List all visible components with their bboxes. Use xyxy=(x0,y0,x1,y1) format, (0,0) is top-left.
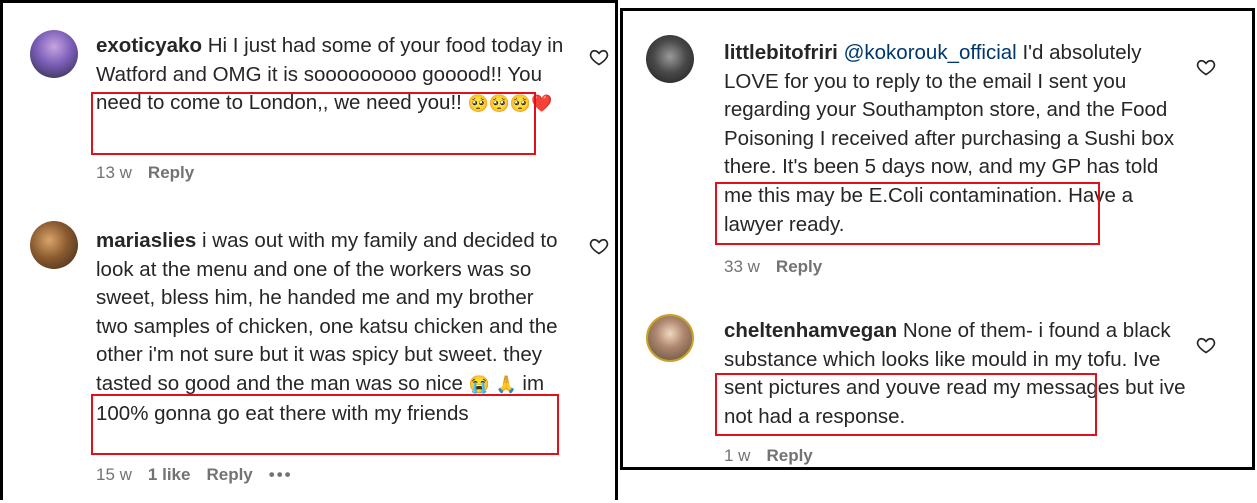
avatar[interactable] xyxy=(30,221,78,269)
likes-count[interactable]: 1 like xyxy=(148,465,191,485)
reply-button[interactable]: Reply xyxy=(766,446,812,466)
comment-text: exoticyako Hi I just had some of your fo… xyxy=(96,32,586,119)
username[interactable]: mariaslies xyxy=(96,229,196,252)
username[interactable]: cheltenhamvegan xyxy=(724,319,897,342)
heart-outline-icon[interactable] xyxy=(1196,57,1216,77)
heart-outline-icon[interactable] xyxy=(589,47,609,67)
pleading-face-emoji: 🥺 xyxy=(509,94,532,114)
heart-outline-icon[interactable] xyxy=(589,236,609,256)
comment-text: cheltenhamvegan None of them- i found a … xyxy=(724,317,1194,431)
timestamp: 33 w xyxy=(724,257,760,276)
folded-hands-emoji: 🙏 xyxy=(495,374,517,394)
username[interactable]: exoticyako xyxy=(96,34,202,57)
timestamp: 13 w xyxy=(96,163,132,182)
pleading-face-emoji: 🥺 xyxy=(488,94,510,114)
reply-button[interactable]: Reply xyxy=(148,163,194,183)
comment-exoticyako: exoticyako Hi I just had some of your fo… xyxy=(3,3,615,203)
reply-button[interactable]: Reply xyxy=(206,465,252,485)
reply-button[interactable]: Reply xyxy=(776,257,822,277)
comment-meta: 1 w Reply xyxy=(724,446,813,466)
avatar[interactable] xyxy=(30,30,78,78)
comment-text: littlebitofriri @kokorouk_official I'd a… xyxy=(724,39,1184,239)
comment-body: I'd absolutely LOVE for you to reply to … xyxy=(724,41,1175,236)
mention-link[interactable]: @kokorouk_official xyxy=(844,41,1017,64)
comment-cheltenhamvegan: cheltenhamvegan None of them- i found a … xyxy=(623,301,1252,467)
crying-face-emoji: 😭 xyxy=(468,374,490,394)
comment-meta: 13 w Reply xyxy=(96,163,194,183)
timestamp: 15 w xyxy=(96,465,132,484)
timestamp: 1 w xyxy=(724,446,751,465)
avatar[interactable] xyxy=(646,314,694,362)
more-options-icon[interactable]: ••• xyxy=(269,465,293,485)
pleading-face-emoji: 🥺 xyxy=(467,94,489,114)
avatar[interactable] xyxy=(646,35,694,83)
left-comments-panel: exoticyako Hi I just had some of your fo… xyxy=(0,0,618,500)
comment-mariaslies: mariaslies i was out with my family and … xyxy=(3,203,615,503)
comment-littlebitofriri: littlebitofriri @kokorouk_official I'd a… xyxy=(623,11,1252,301)
heart-outline-icon[interactable] xyxy=(1196,335,1216,355)
comment-text: mariaslies i was out with my family and … xyxy=(96,227,570,428)
comment-meta: 33 w Reply xyxy=(724,257,822,277)
comment-meta: 15 w 1 like Reply ••• xyxy=(96,465,293,485)
red-heart-emoji: ❤️ xyxy=(531,94,553,114)
comment-body: i was out with my family and decided to … xyxy=(96,229,558,395)
right-comments-panel: littlebitofriri @kokorouk_official I'd a… xyxy=(620,8,1255,470)
username[interactable]: littlebitofriri xyxy=(724,41,838,64)
